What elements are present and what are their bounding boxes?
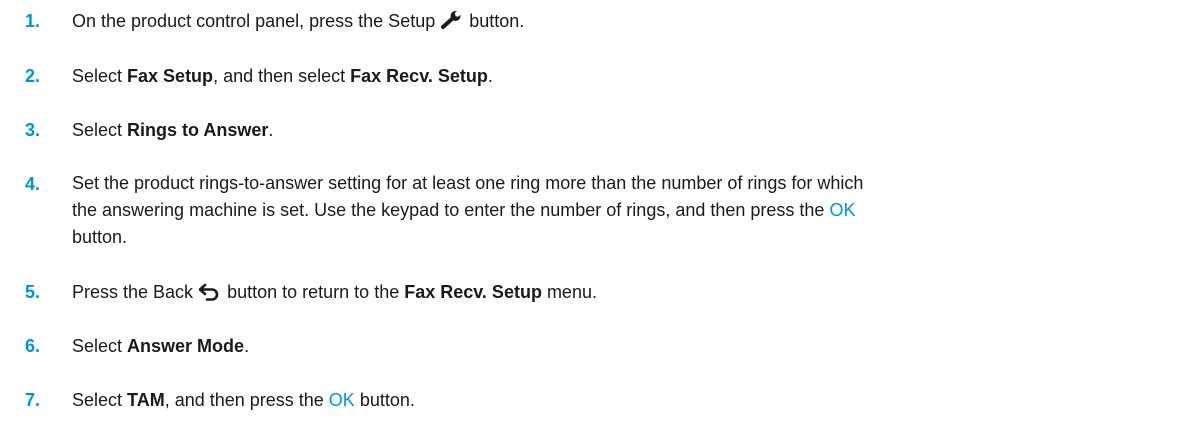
step-number: 1. bbox=[25, 11, 41, 31]
instruction-steps: 1. On the product control panel, press t… bbox=[0, 0, 1185, 433]
step-number: 7. bbox=[25, 390, 41, 410]
step-text: Press the Back button to return to the F… bbox=[72, 280, 1172, 304]
step-text-part: , and then press the bbox=[164, 390, 329, 410]
step-text: Select TAM, and then press the OK button… bbox=[72, 388, 1172, 412]
step-text-part: Select bbox=[72, 336, 128, 356]
menu-name: Rings to Answer bbox=[127, 120, 269, 140]
menu-name: Answer Mode bbox=[127, 336, 245, 356]
step-number: 2. bbox=[25, 66, 41, 86]
ok-button-label: OK bbox=[829, 200, 856, 220]
menu-name: Fax Recv. Setup bbox=[350, 66, 488, 86]
step-text-part: . bbox=[268, 120, 274, 140]
step-number: 5. bbox=[25, 282, 41, 302]
step-text-line: Set the product rings-to-answer setting … bbox=[72, 173, 864, 193]
step-text-part: , and then select bbox=[213, 66, 351, 86]
step-text-part: Press the Back bbox=[72, 282, 194, 302]
step-text-part: button. bbox=[354, 390, 415, 410]
step-text-part: Select bbox=[72, 66, 128, 86]
step-text-part: Select bbox=[72, 390, 128, 410]
menu-name: Fax Recv. Setup bbox=[404, 282, 542, 302]
ok-button-label: OK bbox=[328, 390, 355, 410]
step-text-part: button. bbox=[469, 11, 525, 31]
step-number: 3. bbox=[25, 120, 41, 140]
step-text-line: the answering machine is set. Use the ke… bbox=[72, 200, 830, 220]
step-text: Set the product rings-to-answer setting … bbox=[72, 170, 1172, 251]
step-text-part: menu. bbox=[541, 282, 597, 302]
back-arrow-icon bbox=[198, 281, 222, 301]
step-text-part: On the product control panel, press the … bbox=[72, 11, 436, 31]
step-text: Select Rings to Answer. bbox=[72, 118, 1172, 142]
wrench-icon bbox=[440, 10, 464, 30]
menu-name: TAM bbox=[127, 390, 165, 410]
step-number: 6. bbox=[25, 336, 41, 356]
step-text-part: Select bbox=[72, 120, 128, 140]
step-text-part: . bbox=[487, 66, 493, 86]
step-text: On the product control panel, press the … bbox=[72, 9, 1172, 33]
step-text: Select Answer Mode. bbox=[72, 334, 1172, 358]
step-text-line: button. bbox=[72, 227, 128, 247]
step-text-part: . bbox=[244, 336, 250, 356]
step-number: 4. bbox=[25, 174, 41, 194]
step-text-part: button to return to the bbox=[227, 282, 405, 302]
step-text: Select Fax Setup, and then select Fax Re… bbox=[72, 64, 1172, 88]
menu-name: Fax Setup bbox=[127, 66, 214, 86]
